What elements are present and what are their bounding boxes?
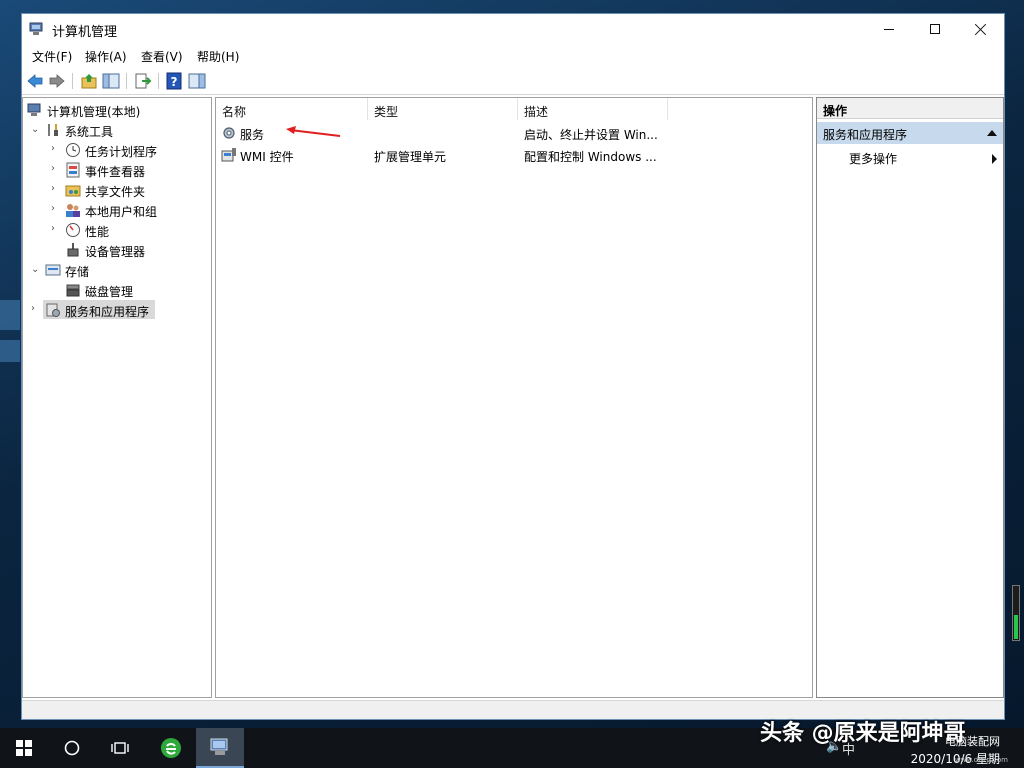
tree-label: 性能 — [85, 225, 110, 239]
device-manager-icon — [67, 243, 79, 257]
task-view-icon — [111, 742, 129, 754]
actions-pane: 操作 服务和应用程序 更多操作 — [816, 97, 1004, 698]
list-row-wmi[interactable]: WMI 控件 扩展管理单元 配置和控制 Windows ... — [216, 144, 812, 166]
watermark-site-url: www.dnzp.com — [955, 756, 1008, 764]
chevron-right-icon[interactable]: › — [51, 204, 61, 214]
submenu-triangle-icon[interactable] — [992, 154, 997, 164]
tree-label: 服务和应用程序 — [65, 305, 150, 319]
export-list-icon[interactable] — [134, 72, 152, 90]
column-header-type[interactable]: 类型 — [368, 98, 518, 120]
tree-label: 系统工具 — [65, 125, 114, 139]
toolbar-separator — [126, 73, 127, 89]
chevron-right-icon[interactable]: › — [51, 164, 61, 174]
taskbar-app-browser[interactable] — [148, 728, 194, 768]
gear-icon — [223, 127, 235, 139]
actions-header: 操作 — [817, 98, 1003, 119]
event-viewer-icon — [66, 162, 80, 178]
taskbar-app-computer-management[interactable] — [196, 728, 244, 768]
more-actions-link[interactable]: 更多操作 — [849, 150, 897, 167]
chevron-right-icon[interactable]: › — [51, 144, 61, 154]
volume-slider[interactable] — [1012, 585, 1020, 641]
menu-help[interactable]: 帮助(H) — [197, 48, 239, 65]
chevron-right-icon[interactable]: › — [51, 224, 61, 234]
list-cell-name: WMI 控件 — [240, 150, 294, 164]
chevron-right-icon[interactable]: › — [51, 184, 61, 194]
search-button[interactable] — [48, 728, 96, 768]
chevron-down-icon[interactable]: ⌄ — [31, 265, 41, 275]
column-header-description[interactable]: 描述 — [518, 98, 668, 120]
task-view-button[interactable] — [96, 728, 144, 768]
tree-label: 任务计划程序 — [85, 145, 158, 159]
watermark-text: 头条 @原来是阿坤哥 — [760, 721, 966, 746]
maximize-icon — [930, 24, 940, 34]
computer-management-icon — [27, 103, 41, 116]
browser-e-icon — [161, 738, 181, 758]
list-cell-description: 启动、终止并设置 Win... — [524, 128, 658, 142]
computer-management-icon — [210, 738, 228, 755]
close-icon — [975, 23, 987, 35]
toolbar-separator — [72, 73, 73, 89]
list-cell-type: 扩展管理单元 — [374, 150, 447, 164]
show-hide-action-pane-icon[interactable] — [188, 72, 206, 90]
menu-action[interactable]: 操作(A) — [85, 48, 127, 65]
wmi-control-icon — [221, 148, 236, 162]
windows-logo-icon — [16, 740, 32, 756]
tree-label: 存储 — [65, 265, 90, 279]
computer-management-icon — [29, 22, 43, 35]
desktop-icon-fragment — [0, 300, 20, 330]
actions-section-label: 服务和应用程序 — [823, 128, 908, 142]
svg-text:?: ? — [171, 75, 178, 89]
list-cell-description: 配置和控制 Windows ... — [524, 150, 657, 164]
column-header-name[interactable]: 名称 — [216, 98, 368, 120]
tree-label: 磁盘管理 — [85, 285, 134, 299]
disk-icon — [66, 284, 80, 297]
watermark-site: 电脑装配网 — [945, 735, 1000, 748]
forward-arrow-icon[interactable] — [48, 72, 66, 90]
performance-gauge-icon — [66, 223, 80, 237]
console-tree-pane[interactable]: 计算机管理(本地) ⌄ 系统工具 › 任务计划程序 › 事件查看器 › 共享文件… — [22, 97, 212, 698]
list-cell-name: 服务 — [240, 128, 265, 142]
title-bar[interactable]: 计算机管理 — [22, 14, 1004, 44]
menu-bar: 文件(F) 操作(A) 查看(V) 帮助(H) — [22, 44, 1004, 66]
storage-icon — [45, 264, 61, 276]
desktop-icon-fragment — [0, 340, 20, 362]
up-folder-icon[interactable] — [80, 72, 98, 90]
tree-label: 本地用户和组 — [85, 205, 158, 219]
back-arrow-icon[interactable] — [26, 72, 44, 90]
chevron-down-icon[interactable]: ⌄ — [31, 125, 41, 135]
toolbar: ? — [22, 68, 1004, 95]
annotation-arrow — [286, 126, 341, 137]
tree-label: 事件查看器 — [85, 165, 146, 179]
cortana-circle-icon — [64, 740, 80, 756]
maximize-button[interactable] — [912, 14, 958, 44]
tree-label: 共享文件夹 — [85, 185, 146, 199]
minimize-button[interactable] — [866, 14, 912, 44]
users-icon — [66, 204, 80, 217]
menu-view[interactable]: 查看(V) — [141, 48, 183, 65]
computer-management-window: 计算机管理 文件(F) 操作(A) 查看(V) 帮助(H) ? 计算机管理(本地… — [21, 13, 1005, 720]
minimize-icon — [884, 28, 894, 30]
start-button[interactable] — [0, 728, 48, 768]
clock-icon — [66, 143, 80, 157]
chevron-right-icon[interactable]: › — [31, 304, 41, 314]
tree-label: 计算机管理(本地) — [47, 105, 141, 119]
help-icon[interactable]: ? — [165, 72, 183, 90]
toolbar-separator — [158, 73, 159, 89]
actions-section-services-apps[interactable]: 服务和应用程序 — [817, 122, 1003, 144]
shared-folder-icon — [65, 185, 81, 197]
show-hide-tree-icon[interactable] — [102, 72, 120, 90]
volume-level — [1014, 615, 1018, 639]
window-title: 计算机管理 — [52, 25, 118, 40]
tools-icon — [48, 124, 58, 136]
tree-label: 设备管理器 — [85, 245, 146, 259]
close-button[interactable] — [958, 14, 1004, 44]
menu-file[interactable]: 文件(F) — [32, 48, 72, 65]
result-list-pane[interactable]: 名称 类型 描述 服务 启动、终止并设置 Win... WMI 控件 扩展管理单… — [215, 97, 813, 698]
collapse-triangle-icon[interactable] — [987, 130, 997, 136]
services-apps-icon — [46, 303, 60, 317]
